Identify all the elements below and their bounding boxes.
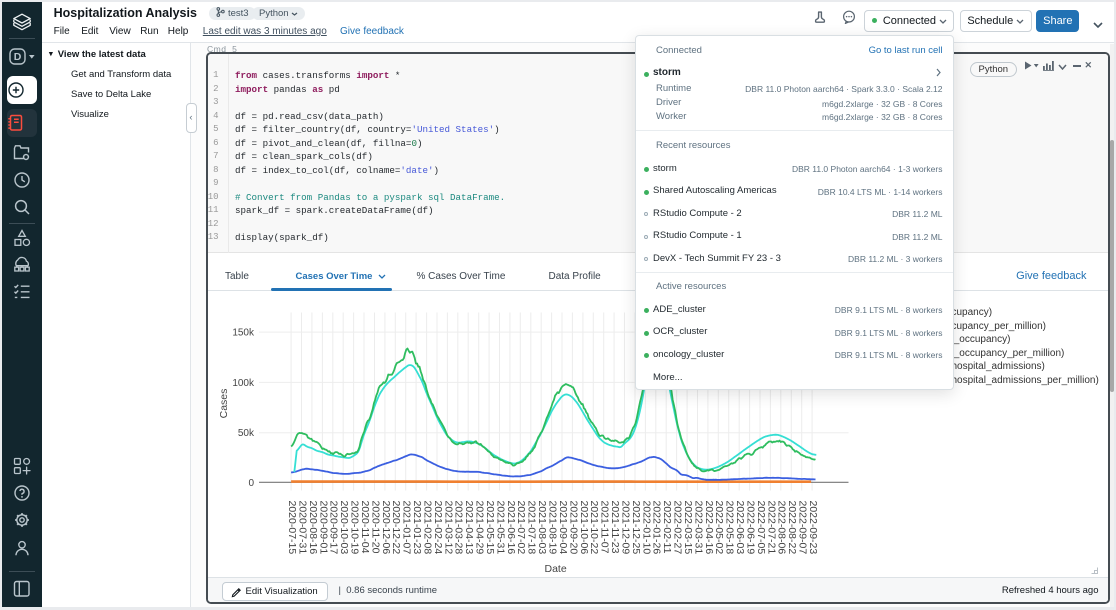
svg-text:2020-07-31: 2020-07-31 <box>296 500 308 554</box>
svg-text:2022-06-19: 2022-06-19 <box>744 500 756 554</box>
svg-text:2022-06-03: 2022-06-03 <box>734 500 746 554</box>
svg-text:2020-09-17: 2020-09-17 <box>327 500 339 554</box>
svg-text:2021-03-28: 2021-03-28 <box>452 500 464 554</box>
svg-text:2021-11-07: 2021-11-07 <box>598 500 610 553</box>
svg-text:2020-11-20: 2020-11-20 <box>369 500 381 553</box>
svg-text:100k: 100k <box>232 377 255 388</box>
svg-text:2020-10-03: 2020-10-03 <box>338 500 350 554</box>
svg-text:2021-03-12: 2021-03-12 <box>442 500 454 554</box>
svg-text:2020-07-15: 2020-07-15 <box>286 500 298 554</box>
svg-text:D: D <box>14 51 22 63</box>
svg-text:0: 0 <box>248 477 254 488</box>
svg-text:2022-02-11: 2022-02-11 <box>661 500 673 553</box>
svg-text:Date: Date <box>544 563 566 575</box>
svg-text:2021-05-15: 2021-05-15 <box>484 500 496 554</box>
svg-text:2021-10-22: 2021-10-22 <box>588 500 600 554</box>
svg-text:2021-10-06: 2021-10-06 <box>577 500 589 554</box>
svg-text:2020-12-22: 2020-12-22 <box>390 500 402 554</box>
svg-text:2022-02-27: 2022-02-27 <box>671 500 683 554</box>
svg-text:2022-08-22: 2022-08-22 <box>786 500 798 554</box>
svg-text:2022-05-02: 2022-05-02 <box>713 500 725 554</box>
svg-text:2021-02-24: 2021-02-24 <box>431 500 443 554</box>
svg-text:2022-05-18: 2022-05-18 <box>723 500 735 554</box>
svg-text:2021-04-29: 2021-04-29 <box>473 500 485 554</box>
svg-text:2022-09-23: 2022-09-23 <box>807 500 819 554</box>
svg-text:2020-12-06: 2020-12-06 <box>379 500 391 554</box>
svg-text:2021-08-19: 2021-08-19 <box>546 500 558 554</box>
svg-text:2022-04-16: 2022-04-16 <box>702 500 714 554</box>
svg-text:50k: 50k <box>237 428 254 439</box>
svg-text:Cases: Cases <box>218 388 230 418</box>
svg-text:2021-12-09: 2021-12-09 <box>619 500 631 554</box>
svg-text:2021-01-23: 2021-01-23 <box>411 500 423 554</box>
svg-text:2022-07-05: 2022-07-05 <box>754 500 766 554</box>
svg-text:2021-12-25: 2021-12-25 <box>629 500 641 554</box>
svg-text:2021-02-08: 2021-02-08 <box>421 500 433 554</box>
svg-text:2022-07-21: 2022-07-21 <box>765 500 777 554</box>
svg-text:2022-03-15: 2022-03-15 <box>682 500 694 554</box>
svg-text:2021-08-03: 2021-08-03 <box>536 500 548 554</box>
svg-text:2021-06-16: 2021-06-16 <box>504 500 516 554</box>
svg-text:2021-07-02: 2021-07-02 <box>515 500 527 554</box>
svg-text:2022-03-31: 2022-03-31 <box>692 500 704 554</box>
svg-text:2022-09-07: 2022-09-07 <box>796 500 808 554</box>
svg-text:2022-08-06: 2022-08-06 <box>775 500 787 554</box>
svg-text:2020-08-16: 2020-08-16 <box>306 500 318 554</box>
svg-text:2021-05-31: 2021-05-31 <box>494 500 506 554</box>
svg-text:2022-01-26: 2022-01-26 <box>650 500 662 554</box>
svg-text:2021-09-04: 2021-09-04 <box>556 500 568 554</box>
svg-text:150k: 150k <box>232 327 255 338</box>
svg-text:2021-01-07: 2021-01-07 <box>400 500 412 554</box>
svg-text:2020-10-19: 2020-10-19 <box>348 500 360 554</box>
svg-text:2020-11-04: 2020-11-04 <box>358 500 370 553</box>
svg-text:2021-11-23: 2021-11-23 <box>609 500 621 553</box>
svg-text:2021-07-18: 2021-07-18 <box>525 500 537 554</box>
svg-text:2021-04-13: 2021-04-13 <box>463 500 475 554</box>
svg-text:2021-09-20: 2021-09-20 <box>567 500 579 554</box>
svg-text:2022-01-10: 2022-01-10 <box>640 500 652 554</box>
svg-text:2020-09-01: 2020-09-01 <box>317 500 329 554</box>
